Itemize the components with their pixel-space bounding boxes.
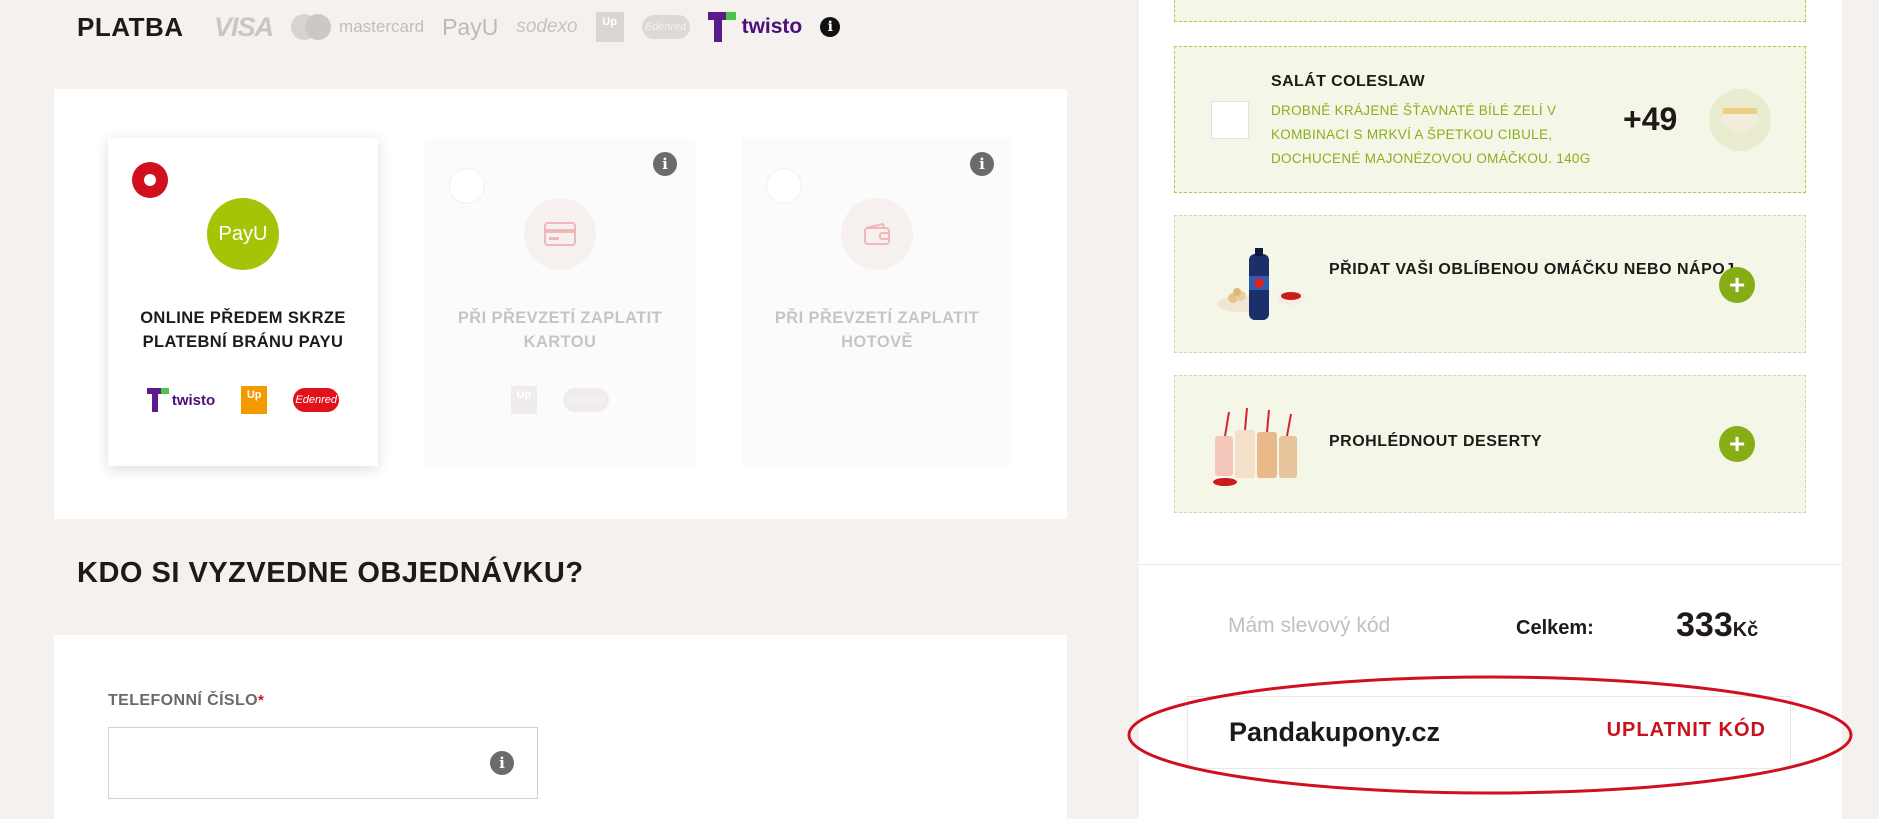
pickup-heading: KDO SI VYZVEDNE OBJEDNÁVKU? xyxy=(77,557,584,589)
up-logo: Up xyxy=(511,386,537,414)
summary-divider xyxy=(1139,564,1842,565)
total-label: Celkem: xyxy=(1516,617,1594,639)
sodexo-logo: sodexo xyxy=(516,16,578,37)
twisto-logo-text: twisto xyxy=(171,391,216,409)
highlight-ellipse-annotation xyxy=(1127,675,1853,795)
radio-empty-icon[interactable] xyxy=(449,168,485,204)
edenred-logo: Edenred xyxy=(293,388,340,412)
radio-selected-icon[interactable] xyxy=(132,162,168,198)
payment-option-title: ONLINE PŘEDEM SKRZE PLATEBNÍ BRÁNU PAYU xyxy=(140,309,346,351)
payment-option-title: PŘI PŘEVZETÍ ZAPLATIT KARTOU xyxy=(457,309,663,351)
add-sauce-label: PŘIDAT VAŠI OBLÍBENOU OMÁČKU NEBO NÁPOJ xyxy=(1329,261,1735,278)
mastercard-circles-icon xyxy=(291,14,332,40)
payment-option-title: PŘI PŘEVZETÍ ZAPLATIT HOTOVĚ xyxy=(774,309,980,351)
mastercard-logo: mastercard xyxy=(291,14,424,40)
visa-logo: VISA xyxy=(214,11,274,42)
payment-option-online-payu[interactable]: PayU ONLINE PŘEDEM SKRZE PLATEBNÍ BRÁNU … xyxy=(108,138,378,466)
twisto-logo-text: twisto xyxy=(741,15,803,38)
radio-empty-icon[interactable] xyxy=(766,168,802,204)
addon-name: SALÁT COLESLAW xyxy=(1271,73,1426,90)
payment-option-logos: Up sodexo xyxy=(425,386,695,414)
wallet-icon xyxy=(841,198,913,270)
twisto-logo: twisto xyxy=(707,12,803,42)
browse-desserts-label: PROHLÉDNOUT DESERTY xyxy=(1329,433,1543,450)
desserts-image xyxy=(1213,407,1297,486)
payment-brand-logos: VISA mastercard PayU sodexo Up Edenred t… xyxy=(214,10,841,44)
info-icon[interactable]: i xyxy=(970,152,994,176)
credit-card-icon xyxy=(524,198,596,270)
add-sauce-or-drink-card[interactable]: PŘIDAT VAŠI OBLÍBENOU OMÁČKU NEBO NÁPOJ … xyxy=(1174,215,1806,353)
info-icon[interactable]: i xyxy=(653,152,677,176)
edenred-logo: Edenred xyxy=(641,15,690,39)
twisto-mark-icon xyxy=(146,388,169,412)
browse-desserts-card[interactable]: PROHLÉDNOUT DESERTY + xyxy=(1174,375,1806,513)
addon-item-partial xyxy=(1174,0,1806,22)
up-logo: Up xyxy=(241,386,268,414)
total-price: 333Kč xyxy=(1676,606,1758,645)
coleslaw-image xyxy=(1709,89,1771,151)
info-icon[interactable]: i xyxy=(490,751,514,775)
up-logo: Up xyxy=(595,12,624,42)
phone-input[interactable] xyxy=(108,727,538,799)
browse-desserts-plus-button[interactable]: + xyxy=(1719,426,1755,462)
twisto-mark-icon xyxy=(707,12,736,42)
addon-checkbox[interactable] xyxy=(1211,101,1249,139)
required-mark: * xyxy=(258,692,265,709)
total-currency: Kč xyxy=(1732,619,1759,641)
pickup-form-panel: TELEFONNÍ ČÍSLO* i xyxy=(54,635,1067,819)
addon-item-coleslaw: SALÁT COLESLAW DROBNĚ KRÁJENÉ ŠŤAVNATÉ B… xyxy=(1174,46,1806,193)
addon-description: DROBNĚ KRÁJENÉ ŠŤAVNATÉ BÍLÉ ZELÍ V KOMB… xyxy=(1271,103,1591,166)
payu-logo: PayU xyxy=(442,13,499,40)
sodexo-logo: sodexo xyxy=(563,388,609,412)
mastercard-logo-text: mastercard xyxy=(339,17,425,36)
payu-icon: PayU xyxy=(207,198,279,270)
phone-label-text: TELEFONNÍ ČÍSLO xyxy=(108,692,258,709)
payment-methods-panel: PayU ONLINE PŘEDEM SKRZE PLATEBNÍ BRÁNU … xyxy=(54,89,1067,519)
payment-option-card-on-pickup[interactable]: i PŘI PŘEVZETÍ ZAPLATIT KARTOU Up sodexo xyxy=(425,138,695,466)
sauce-and-drink-image xyxy=(1217,248,1305,320)
payment-option-cash-on-pickup[interactable]: i PŘI PŘEVZETÍ ZAPLATIT HOTOVĚ xyxy=(742,138,1012,466)
payment-title: PLATBA xyxy=(77,12,184,42)
twisto-logo: twisto xyxy=(146,388,216,412)
payment-option-logos: twisto Up Edenred xyxy=(108,386,378,414)
addon-price: +49 xyxy=(1623,101,1678,137)
phone-label: TELEFONNÍ ČÍSLO* xyxy=(108,692,264,710)
discount-code-link[interactable]: Mám slevový kód xyxy=(1228,614,1390,638)
payment-info-icon[interactable]: i xyxy=(820,17,841,37)
total-amount: 333 xyxy=(1676,606,1733,644)
add-sauce-plus-button[interactable]: + xyxy=(1719,267,1755,303)
